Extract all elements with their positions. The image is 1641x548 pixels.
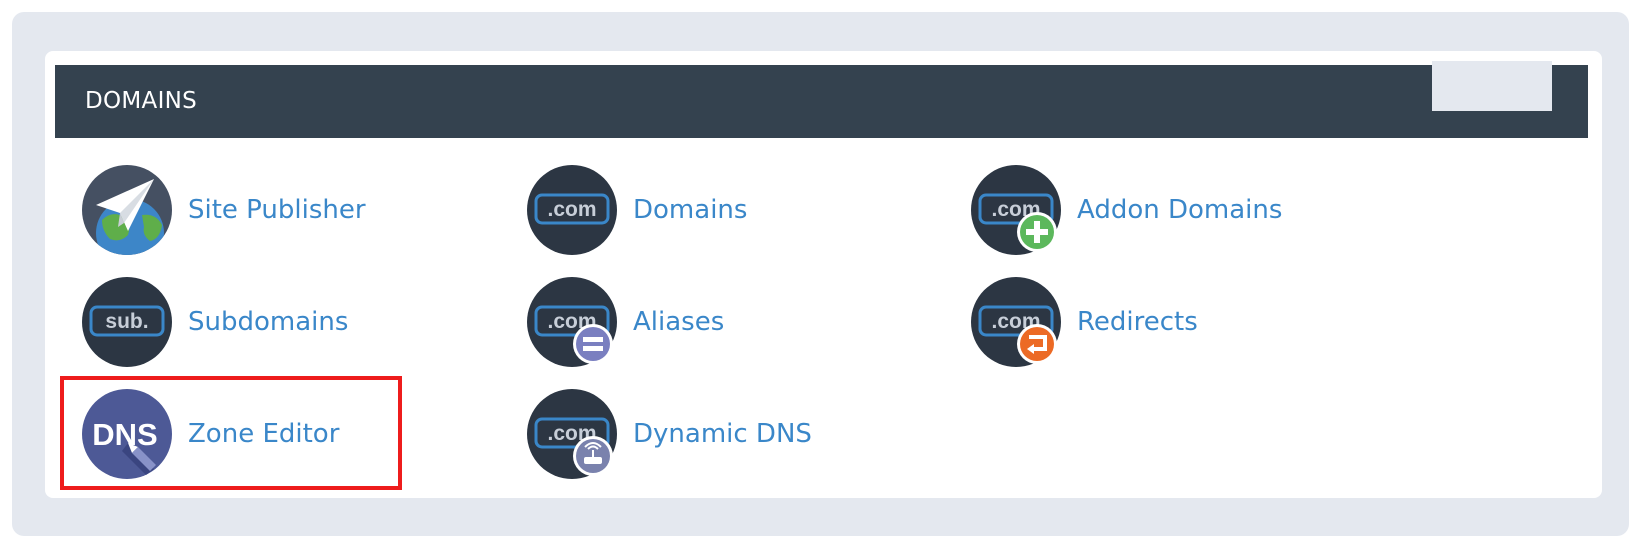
item-label: Aliases xyxy=(633,307,725,337)
dynamic-dns-link[interactable]: .com Dynamic DNS xyxy=(527,389,812,479)
item-label: Addon Domains xyxy=(1077,195,1283,225)
addon-domains-link[interactable]: .com Addon Domains xyxy=(971,165,1282,255)
header-toggle-box[interactable] xyxy=(1432,61,1552,111)
site-publisher-link[interactable]: Site Publisher xyxy=(82,165,366,255)
item-label: Subdomains xyxy=(188,307,349,337)
dot-com-icon: .com xyxy=(527,165,617,255)
dot-com-plus-icon: .com xyxy=(971,165,1061,255)
item-label: Domains xyxy=(633,195,748,225)
svg-text:.com: .com xyxy=(547,198,596,221)
domains-link[interactable]: .com Domains xyxy=(527,165,747,255)
section-title: DOMAINS xyxy=(85,88,198,114)
paper-plane-globe-icon xyxy=(82,165,172,255)
item-label: Site Publisher xyxy=(188,195,366,225)
subdomains-link[interactable]: sub. Subdomains xyxy=(82,277,348,367)
domains-panel-header: DOMAINS xyxy=(55,61,1588,138)
item-label: Redirects xyxy=(1077,307,1198,337)
dot-com-equals-icon: .com xyxy=(527,277,617,367)
item-label: Dynamic DNS xyxy=(633,419,812,449)
zone-editor-highlight-box xyxy=(60,376,402,490)
sub-domain-icon: sub. xyxy=(82,277,172,367)
dot-com-router-icon: .com xyxy=(527,389,617,479)
svg-text:sub.: sub. xyxy=(105,310,148,333)
aliases-link[interactable]: .com Aliases xyxy=(527,277,724,367)
dot-com-redirect-icon: .com xyxy=(971,277,1061,367)
redirects-link[interactable]: .com Redirects xyxy=(971,277,1198,367)
